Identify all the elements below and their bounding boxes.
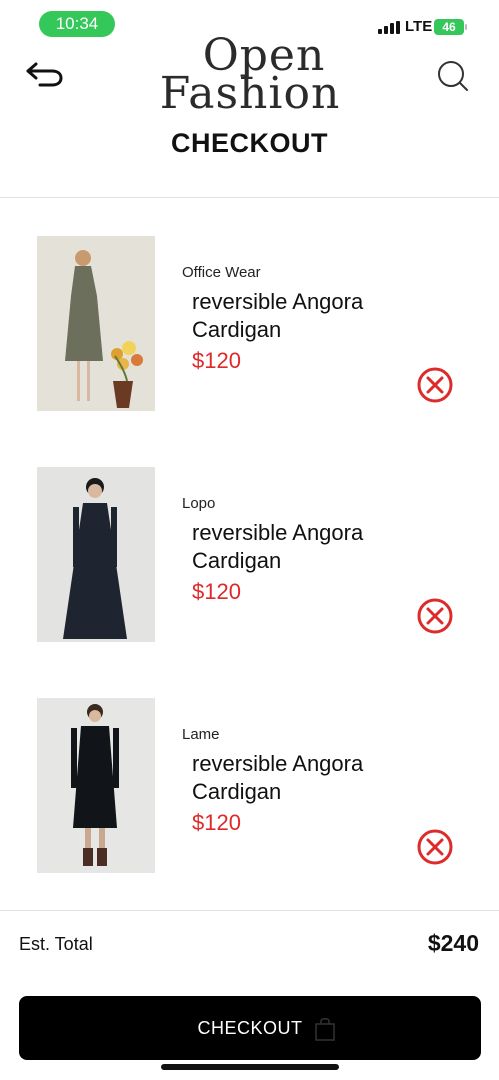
item-name[interactable]: reversible Angora Cardigan xyxy=(192,519,402,575)
item-brand: Lopo xyxy=(182,495,216,512)
summary-divider xyxy=(0,910,499,911)
brand-logo[interactable]: Open Fashion xyxy=(140,34,360,119)
search-icon xyxy=(438,61,468,91)
network-type: LTE xyxy=(405,18,433,35)
page-title: CHECKOUT xyxy=(171,128,328,158)
remove-item-button[interactable] xyxy=(416,828,454,866)
checkout-button-label: CHECKOUT xyxy=(197,1018,303,1038)
back-button[interactable] xyxy=(22,54,68,94)
item-price: $120 xyxy=(192,579,241,604)
remove-circle-x-icon xyxy=(417,829,453,865)
search-button[interactable] xyxy=(430,56,474,96)
battery-tip xyxy=(465,24,467,30)
product-image[interactable] xyxy=(37,467,155,642)
remove-circle-x-icon xyxy=(417,367,453,403)
header-divider xyxy=(0,197,499,198)
shopping-bag-icon xyxy=(315,1018,335,1041)
remove-item-button[interactable] xyxy=(416,597,454,635)
item-price: $120 xyxy=(192,810,241,835)
logo-line-2: Fashion xyxy=(159,68,341,119)
cart-item: Office Wear reversible Angora Cardigan $… xyxy=(0,236,499,416)
item-name[interactable]: reversible Angora Cardigan xyxy=(192,288,402,344)
remove-circle-x-icon xyxy=(417,598,453,634)
signal-strength-icon xyxy=(378,21,402,34)
back-arrow-icon xyxy=(26,62,63,87)
product-image[interactable] xyxy=(37,698,155,873)
battery-icon: 46 xyxy=(434,19,464,35)
product-image[interactable] xyxy=(37,236,155,411)
item-price: $120 xyxy=(192,348,241,373)
cart-item: Lopo reversible Angora Cardigan $120 xyxy=(0,467,499,647)
home-indicator[interactable] xyxy=(161,1064,339,1070)
item-name[interactable]: reversible Angora Cardigan xyxy=(192,750,402,806)
remove-item-button[interactable] xyxy=(416,366,454,404)
item-brand: Office Wear xyxy=(182,264,261,281)
checkout-button[interactable]: CHECKOUT xyxy=(19,996,481,1060)
status-time: 10:34 xyxy=(39,11,115,37)
total-label: Est. Total xyxy=(19,934,93,954)
item-brand: Lame xyxy=(182,726,220,743)
cart-item: Lame reversible Angora Cardigan $120 xyxy=(0,698,499,878)
total-value: $240 xyxy=(427,930,479,956)
